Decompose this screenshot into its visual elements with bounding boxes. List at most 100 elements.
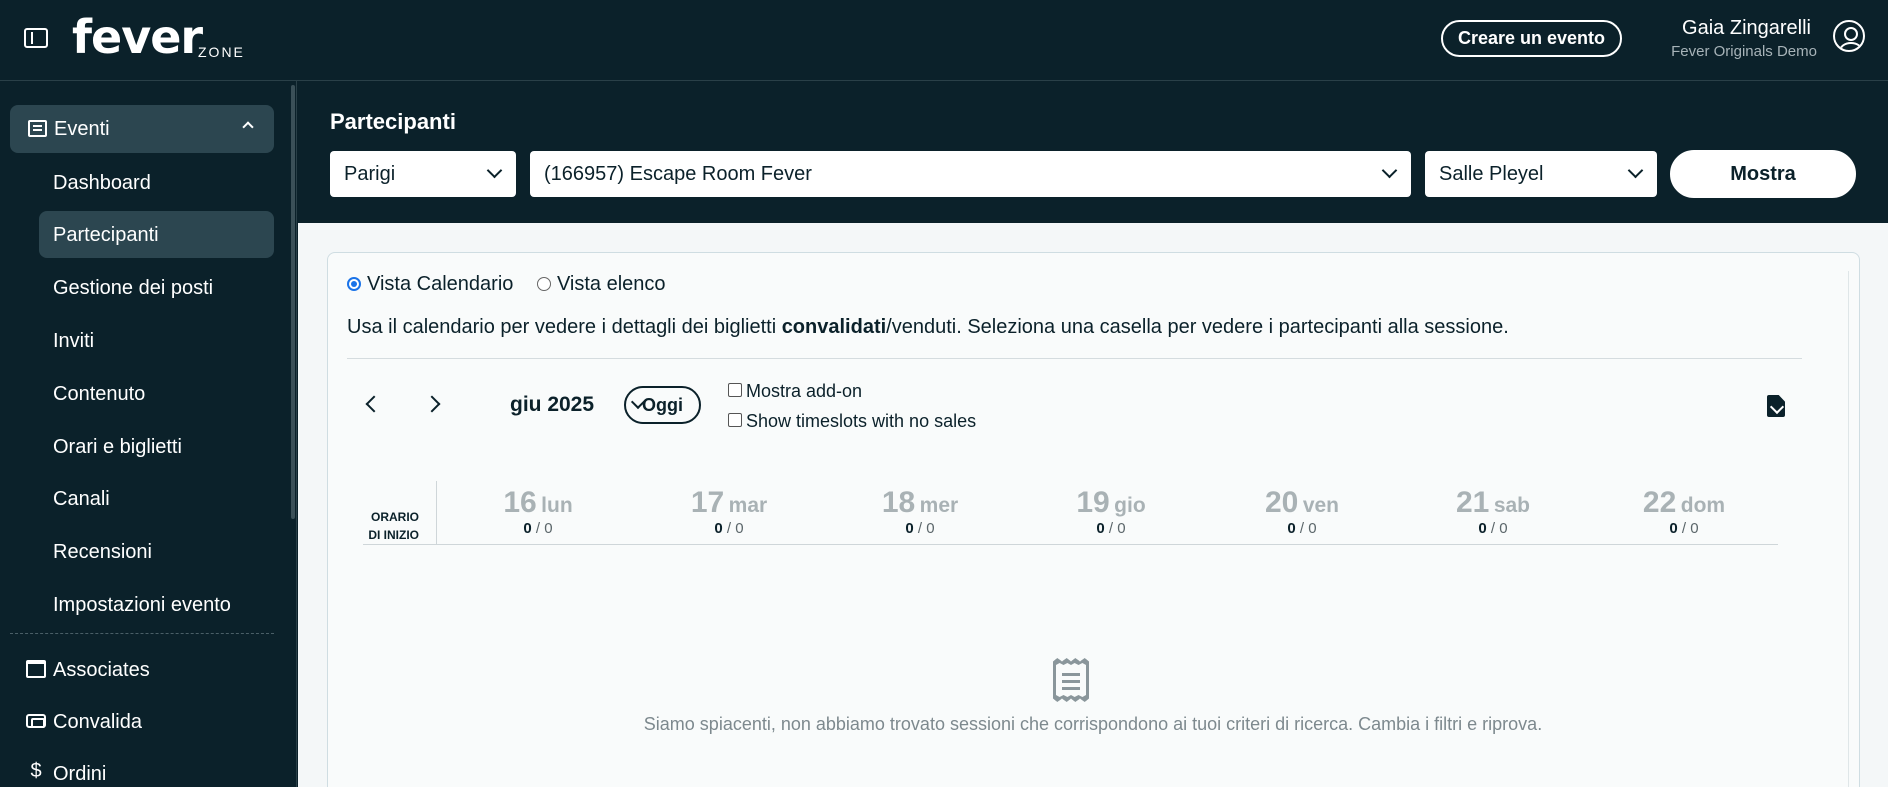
sidebar-divider — [10, 633, 274, 634]
create-event-button[interactable]: Creare un evento — [1441, 20, 1622, 57]
sidebar-item-label: Ordini — [53, 763, 107, 785]
description-bold: convalidati — [781, 316, 887, 338]
day-weekday: gio — [1114, 494, 1146, 517]
radio-calendar-view[interactable] — [347, 277, 361, 291]
day-number: 21 — [1455, 486, 1490, 519]
sidebar-item-dashboard[interactable]: Dashboard — [39, 159, 274, 206]
day-ticket-count: 0 / 0 — [443, 520, 633, 537]
description-text-end: /venduti. Seleziona una casella per vede… — [886, 316, 1509, 338]
sidebar-scrollbar[interactable] — [291, 85, 295, 519]
sidebar-item-label: Gestione dei posti — [53, 277, 214, 299]
start-time-header-line1: ORARIO — [371, 510, 419, 524]
chevron-left-icon[interactable] — [365, 395, 383, 413]
sidebar-item-associates[interactable]: Associates — [26, 649, 266, 689]
show-button[interactable]: Mostra — [1670, 150, 1856, 198]
receipt-icon-line — [1062, 680, 1080, 683]
logo-suffix: ZONE — [198, 44, 245, 60]
chevron-down-icon — [486, 162, 503, 179]
store-icon — [26, 660, 46, 678]
sidebar-item-convalida[interactable]: Convalida — [26, 701, 266, 741]
validated-count: 0 — [1287, 520, 1296, 537]
fever-logo[interactable]: fever — [72, 14, 203, 60]
sold-count: / 0 — [1299, 520, 1317, 537]
show-addons-checkbox[interactable] — [728, 383, 742, 397]
event-select[interactable]: (166957) Escape Room Fever — [530, 151, 1411, 197]
day-header[interactable]: 16 lun 0 / 0 — [443, 486, 633, 537]
start-time-header-line2: DI INIZIO — [368, 528, 419, 542]
chevron-right-icon[interactable] — [423, 395, 441, 413]
day-number: 19 — [1076, 486, 1110, 519]
day-header[interactable]: 20 ven 0 / 0 — [1207, 486, 1397, 537]
calendar-card: Vista Calendario Vista elenco Usa il cal… — [327, 252, 1860, 787]
day-weekday: ven — [1302, 494, 1339, 517]
day-ticket-count: 0 / 0 — [825, 520, 1015, 537]
user-name[interactable]: Gaia Zingarelli — [1682, 17, 1811, 40]
download-icon[interactable] — [1767, 395, 1785, 417]
day-header[interactable]: 19 gio 0 / 0 — [1016, 486, 1206, 537]
chevron-down-icon — [1381, 162, 1398, 179]
sidebar-item-partecipanti[interactable]: Partecipanti — [39, 211, 274, 258]
validated-count: 0 — [523, 520, 532, 537]
day-weekday: dom — [1680, 494, 1726, 517]
day-weekday: sab — [1493, 494, 1530, 517]
month-selector[interactable]: giu 2025 — [510, 393, 594, 417]
top-bar: fever ZONE Creare un evento Gaia Zingare… — [0, 0, 1888, 81]
day-number: 22 — [1642, 486, 1677, 519]
day-header[interactable]: 22 dom 0 / 0 — [1589, 486, 1779, 537]
sidebar-toggle-icon[interactable] — [24, 28, 48, 48]
show-no-sales-checkbox[interactable] — [728, 413, 742, 427]
radio-list-label[interactable]: Vista elenco — [557, 273, 666, 295]
sidebar-item-contenuto[interactable]: Contenuto — [39, 370, 274, 417]
validated-count: 0 — [714, 520, 723, 537]
city-select[interactable]: Parigi — [330, 151, 516, 197]
sidebar-item-recensioni[interactable]: Recensioni — [39, 528, 274, 575]
day-ticket-count: 0 / 0 — [1016, 520, 1206, 537]
sold-count: / 0 — [726, 520, 744, 537]
venue-select[interactable]: Salle Pleyel — [1425, 151, 1657, 197]
empty-state-message: Siamo spiacenti, non abbiamo trovato ses… — [643, 714, 1543, 734]
today-button[interactable]: Oggi — [624, 386, 701, 424]
sidebar-item-impostazioni-evento[interactable]: Impostazioni evento — [39, 581, 274, 628]
show-no-sales-option[interactable]: Show timeslots with no sales — [728, 411, 976, 432]
sidebar-item-label: Inviti — [53, 330, 95, 352]
dollar-icon: $ — [30, 760, 42, 782]
time-column-divider — [436, 481, 437, 544]
show-no-sales-label[interactable]: Show timeslots with no sales — [746, 411, 976, 431]
section-divider — [347, 358, 1802, 359]
sidebar-item-gestione-posti[interactable]: Gestione dei posti — [39, 264, 274, 311]
receipt-icon-line — [1062, 673, 1080, 676]
show-addons-option[interactable]: Mostra add-on — [728, 381, 862, 402]
sidebar-item-label: Convalida — [53, 711, 142, 733]
radio-calendar-label[interactable]: Vista Calendario — [367, 273, 513, 295]
day-header[interactable]: 17 mar 0 / 0 — [634, 486, 824, 537]
sidebar-item-label: Dashboard — [53, 172, 151, 194]
day-weekday: mar — [728, 494, 768, 517]
sidebar-item-orari-biglietti[interactable]: Orari e biglietti — [39, 423, 274, 470]
user-organization: Fever Originals Demo — [1671, 43, 1817, 60]
sidebar-item-label: Orari e biglietti — [53, 436, 182, 458]
sidebar-item-label: Impostazioni evento — [53, 594, 231, 616]
validated-count: 0 — [905, 520, 914, 537]
venue-select-value: Salle Pleyel — [1439, 163, 1544, 185]
sidebar-section-eventi[interactable]: Eventi — [10, 105, 274, 153]
day-header[interactable]: 18 mer 0 / 0 — [825, 486, 1015, 537]
show-addons-label[interactable]: Mostra add-on — [746, 381, 862, 401]
sidebar-item-label: Partecipanti — [53, 224, 159, 246]
description-text: Usa il calendario per vedere i dettagli … — [347, 316, 782, 338]
radio-list-view[interactable] — [536, 277, 551, 291]
day-ticket-count: 0 / 0 — [1398, 520, 1588, 537]
sidebar-item-canali[interactable]: Canali — [39, 475, 274, 522]
user-avatar-icon[interactable] — [1833, 20, 1865, 52]
receipt-icon-line — [1062, 687, 1080, 690]
day-number: 18 — [881, 486, 916, 519]
sold-count: / 0 — [917, 520, 935, 537]
day-header[interactable]: 21 sab 0 / 0 — [1398, 486, 1588, 537]
sidebar-item-label: Associates — [53, 659, 150, 681]
sidebar-item-ordini[interactable]: $ Ordini — [26, 753, 266, 787]
day-weekday: mer — [919, 494, 959, 517]
sidebar-item-label: Canali — [53, 488, 110, 510]
sold-count: / 0 — [535, 520, 553, 537]
day-weekday: lun — [541, 494, 573, 517]
day-ticket-count: 0 / 0 — [1207, 520, 1397, 537]
sidebar-item-inviti[interactable]: Inviti — [39, 317, 274, 364]
